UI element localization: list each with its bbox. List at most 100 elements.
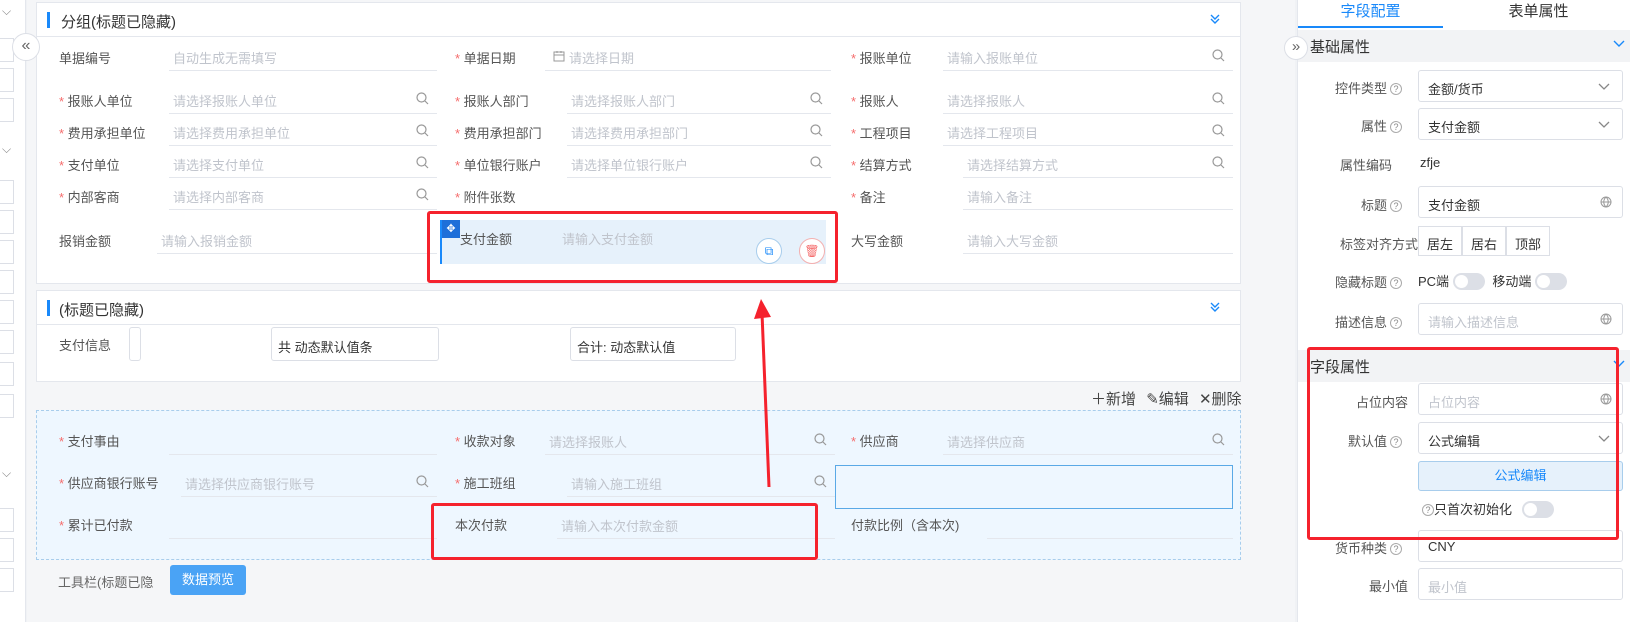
add-icon[interactable]: ＋ — [1091, 391, 1106, 408]
search-icon[interactable] — [1212, 124, 1225, 137]
toolbox-item[interactable] — [0, 240, 14, 264]
toolbox-item[interactable] — [0, 538, 14, 562]
toolbox-item[interactable] — [0, 180, 14, 204]
attribute-label: 属性? — [1361, 116, 1402, 135]
delete-icon[interactable]: ✕ — [1199, 391, 1212, 408]
subtable-field-input[interactable]: 请输入施工班组 — [567, 467, 835, 497]
toolbox-item[interactable] — [0, 394, 14, 418]
search-icon[interactable] — [416, 156, 429, 169]
title-input[interactable]: 支付金额 — [1418, 186, 1623, 218]
align-right-option[interactable]: 居右 — [1462, 226, 1507, 256]
label-text: 供应商 — [859, 434, 899, 449]
group-basic-properties[interactable]: 基础属性 — [1298, 30, 1630, 62]
tab-field-config[interactable]: 字段配置 — [1298, 0, 1443, 28]
tab-form-properties[interactable]: 表单属性 — [1446, 0, 1630, 28]
data-preview-button[interactable]: 数据预览 — [170, 565, 246, 595]
section1-field-input[interactable]: 请选择支付单位 — [169, 148, 437, 178]
section1-field-input[interactable]: 请输入报销金额 — [157, 224, 437, 254]
input-placeholder: 请选择结算方式 — [967, 158, 1059, 173]
description-input[interactable]: 请输入描述信息 — [1418, 303, 1623, 335]
chevron-down-icon[interactable]: ⌵ — [2, 4, 11, 19]
search-icon[interactable] — [1212, 433, 1225, 446]
edit-button[interactable]: 编辑 — [1159, 391, 1189, 408]
search-icon[interactable] — [416, 124, 429, 137]
toolbox-item[interactable] — [0, 210, 14, 234]
required-mark: * — [851, 94, 860, 109]
section1-field-input[interactable]: 请选择费用承担单位 — [169, 116, 437, 146]
section1-field-input[interactable]: 请输入备注 — [963, 180, 1233, 210]
collapse-right-icon[interactable]: » — [1284, 36, 1308, 60]
section1-field-input[interactable]: 请选择单位银行账户 — [567, 148, 831, 178]
section1-field-input[interactable]: 请选择内部客商 — [169, 180, 437, 210]
search-icon[interactable] — [1212, 92, 1225, 105]
search-icon[interactable] — [416, 188, 429, 201]
help-icon[interactable]: ? — [1390, 543, 1402, 555]
toolbox-item[interactable] — [0, 300, 14, 324]
chevron-down-icon[interactable]: ⌵ — [2, 466, 11, 481]
search-icon[interactable] — [810, 92, 823, 105]
help-icon[interactable]: ? — [1390, 83, 1402, 95]
subtable-field-input[interactable]: 请选择供应商银行账号 — [181, 467, 437, 497]
label-text: 报账人 — [859, 94, 899, 109]
section1-field-input[interactable]: 请选择费用承担部门 — [567, 116, 831, 146]
section1-field-input[interactable]: 请选择报账人 — [943, 84, 1233, 114]
calendar-icon[interactable] — [553, 50, 565, 62]
input-placeholder: 自动生成无需填写 — [173, 51, 278, 66]
pay-info-table-placeholder[interactable] — [129, 327, 141, 361]
search-icon[interactable] — [1212, 156, 1225, 169]
search-icon[interactable] — [1212, 49, 1225, 62]
section1-field-input[interactable]: 请输入报账单位 — [943, 41, 1233, 71]
delete-button[interactable]: 删除 — [1212, 391, 1242, 408]
section1-field-input[interactable]: 自动生成无需填写 — [169, 41, 437, 71]
search-icon[interactable] — [810, 156, 823, 169]
section1-field-input[interactable]: 请选择日期 — [545, 41, 831, 71]
input-placeholder: 请选择工程项目 — [947, 126, 1039, 141]
search-icon[interactable] — [416, 475, 429, 488]
help-icon[interactable]: ? — [1390, 277, 1402, 289]
collapse-left-icon[interactable]: « — [12, 33, 40, 61]
toolbox-item[interactable] — [0, 362, 14, 386]
control-type-select[interactable]: 金额/货币 — [1418, 70, 1623, 102]
section1-field-input[interactable]: 请输入大写金额 — [963, 224, 1233, 254]
required-mark: * — [455, 158, 464, 173]
search-icon[interactable] — [814, 433, 827, 446]
subtable-field-input[interactable]: 请选择报账人 — [545, 425, 835, 455]
label-text: 费用承担部门 — [463, 126, 542, 141]
mobile-toggle[interactable] — [1534, 273, 1567, 290]
section1-field-input[interactable]: 请选择报账人单位 — [169, 84, 437, 114]
chevron-down-icon[interactable] — [1598, 83, 1610, 91]
align-left-option[interactable]: 居左 — [1418, 226, 1463, 256]
toolbox-item[interactable] — [0, 330, 14, 354]
toolbox-item[interactable] — [0, 270, 14, 294]
double-chevron-down-icon[interactable] — [1208, 300, 1222, 314]
min-value-input[interactable]: 最小值 — [1418, 568, 1623, 600]
globe-icon[interactable] — [1600, 313, 1612, 325]
section1-field-input[interactable]: 请选择报账人部门 — [567, 84, 831, 114]
section1-field-input[interactable]: 请选择结算方式 — [963, 148, 1233, 178]
double-chevron-down-icon[interactable] — [1208, 12, 1222, 26]
attribute-select[interactable]: 支付金额 — [1418, 108, 1623, 140]
search-icon[interactable] — [810, 124, 823, 137]
add-button[interactable]: 新增 — [1106, 391, 1136, 408]
toolbox-item[interactable] — [0, 68, 14, 92]
chevron-down-icon[interactable] — [1598, 121, 1610, 129]
subtable-field-input[interactable] — [169, 425, 437, 455]
toolbox-item[interactable] — [0, 98, 14, 122]
subtable-field-input[interactable]: 请选择供应商 — [943, 425, 1233, 455]
toolbox-item[interactable] — [0, 568, 14, 592]
globe-icon[interactable] — [1600, 196, 1612, 208]
edit-icon[interactable]: ✎ — [1146, 391, 1159, 408]
subtable-field-input[interactable] — [987, 509, 1233, 539]
pc-toggle[interactable] — [1452, 273, 1485, 290]
help-icon[interactable]: ? — [1390, 317, 1402, 329]
search-icon[interactable] — [416, 92, 429, 105]
search-icon[interactable] — [814, 475, 827, 488]
chevron-down-icon[interactable] — [1613, 40, 1625, 48]
subtable-field-input[interactable] — [169, 509, 437, 539]
help-icon[interactable]: ? — [1390, 121, 1402, 133]
help-icon[interactable]: ? — [1390, 200, 1402, 212]
section1-field-input[interactable]: 请选择工程项目 — [943, 116, 1233, 146]
toolbox-item[interactable] — [0, 508, 14, 532]
align-top-option[interactable]: 顶部 — [1506, 226, 1551, 256]
chevron-down-icon[interactable]: ⌵ — [2, 142, 11, 157]
